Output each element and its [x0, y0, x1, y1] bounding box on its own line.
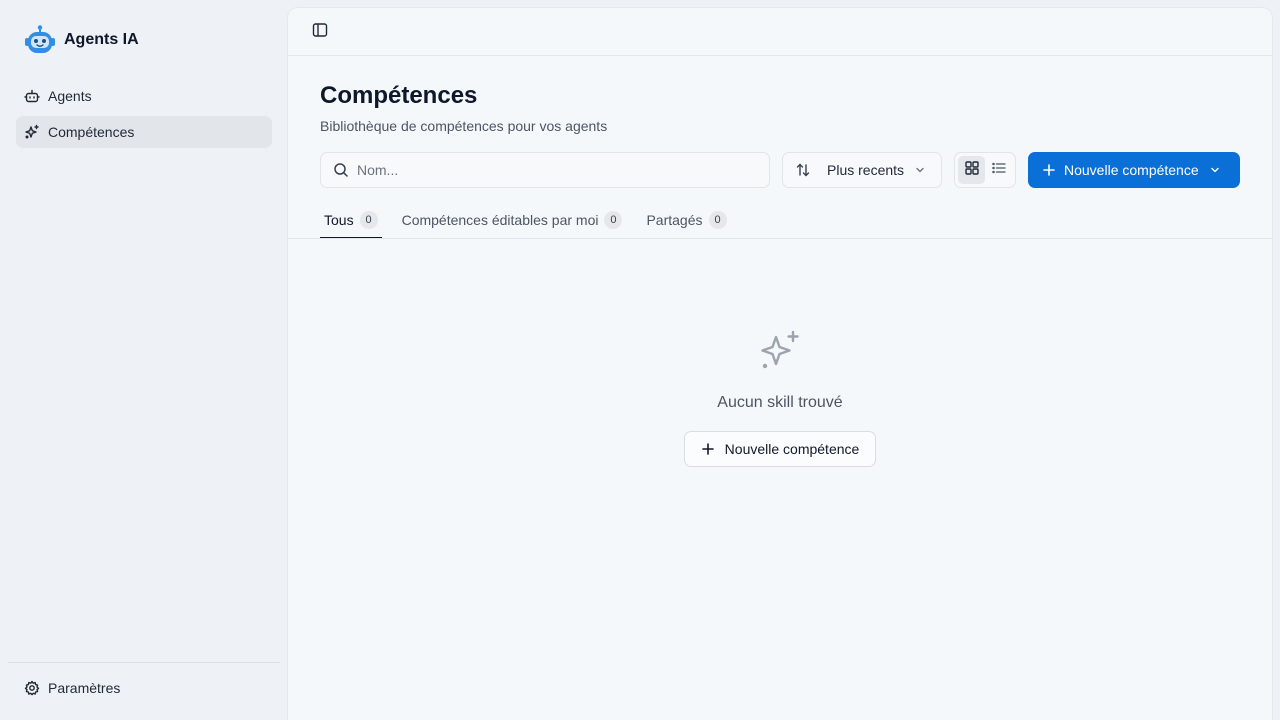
- brand[interactable]: Agents IA: [24, 24, 139, 56]
- tab-tous[interactable]: Tous 0: [320, 200, 382, 240]
- search-box[interactable]: [320, 152, 770, 188]
- sidebar-toggle-icon: [312, 22, 328, 43]
- app-name: Agents IA: [64, 31, 139, 48]
- topbar: [288, 8, 1272, 56]
- sort-label: Plus recents: [827, 162, 905, 178]
- empty-new-skill-button[interactable]: Nouvelle compétence: [684, 431, 876, 467]
- tab-label: Tous: [324, 212, 354, 228]
- main-panel: Compétences Bibliothèque de compétences …: [288, 8, 1272, 720]
- tab-shared[interactable]: Partagés 0: [642, 200, 730, 240]
- plus-icon: [701, 442, 715, 456]
- empty-message: Aucun skill trouvé: [717, 394, 843, 411]
- sparkles-icon: [756, 328, 804, 376]
- sidebar-toggle-button[interactable]: [310, 22, 330, 42]
- page-title: Compétences: [320, 82, 478, 109]
- sparkles-icon: [24, 124, 40, 140]
- count-badge: 0: [359, 211, 378, 229]
- chevron-down-icon: [914, 164, 926, 176]
- tab-editable[interactable]: Compétences éditables par moi 0: [398, 200, 627, 240]
- count-badge: 0: [604, 211, 623, 229]
- sidebar-item-settings[interactable]: Paramètres: [16, 672, 272, 704]
- sidebar-nav: Agents Compétences: [16, 80, 272, 152]
- list-icon: [991, 160, 1007, 181]
- settings-label: Paramètres: [48, 680, 121, 696]
- tabs: Tous 0 Compétences éditables par moi 0 P…: [320, 200, 747, 240]
- sidebar-item-label: Compétences: [48, 124, 135, 140]
- search-input[interactable]: [357, 162, 737, 178]
- chevron-down-icon: [1209, 164, 1221, 176]
- sidebar: Agents IA Agents Compétences Paramètres: [0, 0, 288, 720]
- bot-icon: [24, 88, 40, 104]
- list-view-button[interactable]: [985, 156, 1012, 184]
- tab-label: Compétences éditables par moi: [401, 212, 599, 228]
- robot-icon: [24, 24, 56, 56]
- empty-new-skill-label: Nouvelle compétence: [724, 441, 860, 457]
- tabs-divider: [288, 238, 1272, 239]
- sort-arrows-icon: [795, 162, 811, 178]
- search-icon: [333, 162, 349, 178]
- page-subtitle: Bibliothèque de compétences pour vos age…: [320, 118, 608, 134]
- sidebar-divider: [8, 662, 280, 663]
- sort-dropdown[interactable]: Plus recents: [782, 152, 942, 188]
- gear-icon: [24, 680, 40, 696]
- grid-view-button[interactable]: [958, 156, 985, 184]
- tab-label: Partagés: [646, 212, 703, 228]
- new-skill-button[interactable]: Nouvelle compétence: [1028, 152, 1240, 188]
- sidebar-item-competences[interactable]: Compétences: [16, 116, 272, 148]
- new-skill-label: Nouvelle compétence: [1064, 162, 1199, 178]
- sidebar-item-label: Agents: [48, 88, 92, 104]
- count-badge: 0: [708, 211, 727, 229]
- view-mode-toggle: [954, 152, 1016, 188]
- grid-icon: [964, 160, 980, 181]
- sidebar-item-agents[interactable]: Agents: [16, 80, 272, 112]
- plus-icon: [1042, 163, 1056, 177]
